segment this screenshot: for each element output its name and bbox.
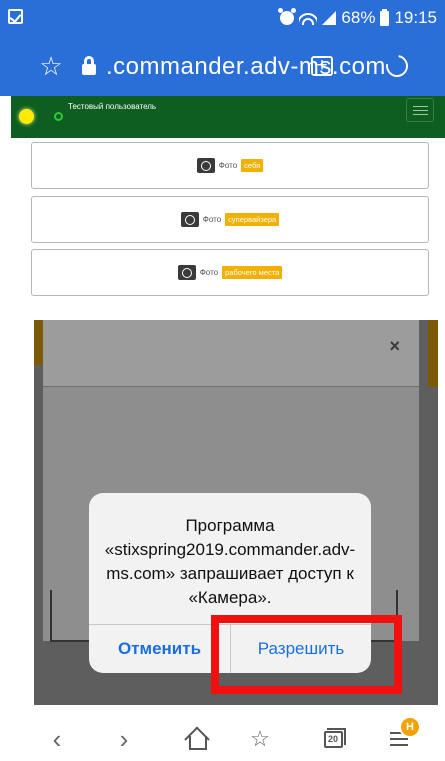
hamburger-menu-button[interactable] xyxy=(406,98,434,122)
photo-supervisor-button[interactable]: Фото супервайзера xyxy=(31,196,429,243)
photo-tag: супервайзера xyxy=(225,213,280,226)
site-header: Тестовый пользователь xyxy=(11,96,445,138)
clock: 19:15 xyxy=(394,8,437,27)
photo-label: Фото xyxy=(199,268,219,277)
add-to-home-icon[interactable] xyxy=(308,52,336,80)
battery-icon xyxy=(380,8,390,26)
wifi-icon xyxy=(299,11,318,25)
browser-address-bar: ☆ .commander.adv-ms.com xyxy=(0,36,445,96)
camera-icon xyxy=(196,158,215,173)
notification-badge: Н xyxy=(399,716,421,738)
cancel-button[interactable]: Отменить xyxy=(89,625,230,673)
home-icon[interactable] xyxy=(183,724,213,754)
bookmark-star-icon[interactable]: ☆ xyxy=(37,52,65,80)
status-indicators: 68% 19:15 xyxy=(278,7,437,29)
modal-header xyxy=(43,320,419,387)
url-field[interactable]: .commander.adv-ms.com xyxy=(106,53,386,81)
tabs-button[interactable]: 20 xyxy=(318,724,348,754)
battery-percent: 68% xyxy=(341,8,376,27)
user-name: Тестовый пользователь xyxy=(68,102,157,111)
tabs-count: 20 xyxy=(323,727,346,748)
reload-icon[interactable] xyxy=(381,50,413,82)
backdrop-edge xyxy=(428,320,438,387)
photo-tag: себя xyxy=(241,159,264,172)
checkbox-notification-icon xyxy=(8,9,23,24)
status-dot-icon xyxy=(19,109,34,124)
permission-message: Программа «stixspring2019.commander.adv-… xyxy=(104,516,356,607)
status-bar: 68% 19:15 xyxy=(0,0,445,36)
photo-label: Фото xyxy=(202,215,222,224)
photo-label: Фото xyxy=(218,161,238,170)
photo-self-button[interactable]: Фото себя xyxy=(31,142,429,189)
lock-icon[interactable] xyxy=(75,52,103,80)
browser-bottom-nav: ‹ › ☆ 20 Н xyxy=(0,714,445,761)
photo-workplace-button[interactable]: Фото рабочего места xyxy=(31,249,429,296)
alarm-icon xyxy=(278,8,297,25)
online-indicator-icon xyxy=(54,112,63,121)
camera-icon xyxy=(177,265,196,280)
modal-close-button[interactable]: × xyxy=(389,336,400,357)
highlight-annotation xyxy=(211,615,402,694)
camera-icon xyxy=(180,212,199,227)
signal-icon xyxy=(322,11,337,25)
photo-tag: рабочего места xyxy=(222,266,283,279)
back-icon[interactable]: ‹ xyxy=(42,724,72,754)
bookmarks-icon[interactable]: ☆ xyxy=(245,724,275,754)
forward-icon[interactable]: › xyxy=(109,724,139,754)
